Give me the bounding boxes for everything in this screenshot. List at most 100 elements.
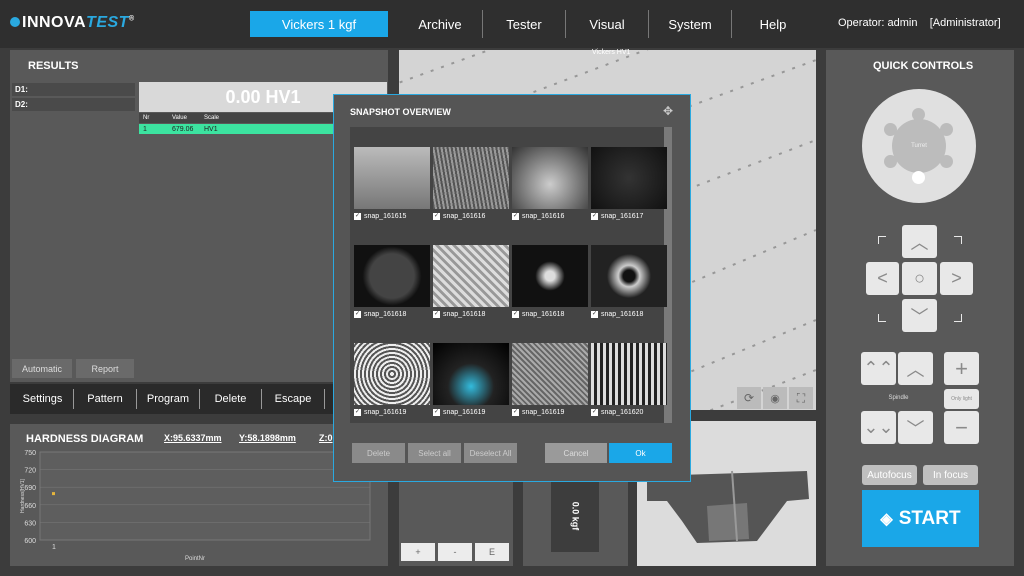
diagram-title: HARDNESS DIAGRAM (26, 433, 144, 445)
snapshot-thumbnail[interactable] (433, 343, 509, 405)
spindle-up-button[interactable]: ︿ (898, 352, 933, 385)
tab-tester[interactable]: Tester (484, 11, 564, 37)
zoom-in-button[interactable]: + (401, 543, 435, 561)
turret-position-2[interactable] (940, 123, 953, 136)
move-up-button[interactable]: ︿ (902, 225, 937, 258)
menu-settings[interactable]: Settings (12, 389, 74, 409)
fullscreen-icon[interactable]: ⛶ (789, 387, 813, 409)
operator-info: Operator: admin [Administrator] (838, 17, 1001, 29)
tab-method[interactable]: Vickers 1 kgf (250, 11, 388, 37)
turret-position-6[interactable] (884, 123, 897, 136)
ok-button[interactable]: Ok (609, 443, 672, 463)
select-all-button[interactable]: Select all (408, 443, 461, 463)
snapshot-caption: ✓ snap_161618 (591, 311, 644, 318)
results-title: RESULTS (28, 60, 79, 72)
snapshot-thumbnail[interactable] (591, 343, 667, 405)
checkbox[interactable]: ✓ (433, 213, 440, 220)
corner-mark (878, 236, 886, 244)
view-label: Vickers HV1 (592, 49, 631, 56)
snapshot-thumbnail[interactable] (433, 147, 509, 209)
snapshot-caption: ✓ snap_161618 (433, 311, 486, 318)
checkbox[interactable]: ✓ (591, 409, 598, 416)
spindle-label: Spindle (888, 395, 909, 401)
table-row[interactable]: 1 679.06 HV1 (139, 124, 335, 134)
plus-button[interactable]: + (944, 352, 979, 385)
report-button[interactable]: Report (76, 359, 134, 378)
corner-mark (878, 314, 886, 322)
snapshot-thumbnail[interactable] (512, 343, 588, 405)
automatic-button[interactable]: Automatic (12, 359, 72, 378)
snapshot-caption: ✓ snap_161616 (512, 213, 565, 220)
col-nr: Nr (143, 115, 150, 121)
cancel-button[interactable]: Cancel (545, 443, 607, 463)
turret-position-active[interactable] (912, 171, 925, 184)
menu-program[interactable]: Program (137, 389, 200, 409)
checkbox[interactable]: ✓ (512, 311, 519, 318)
snapshot-thumbnail[interactable] (591, 245, 667, 307)
checkbox[interactable]: ✓ (354, 311, 361, 318)
nav-divider (648, 10, 649, 38)
edit-button[interactable]: E (475, 543, 509, 561)
checkbox[interactable]: ✓ (354, 409, 361, 416)
move-icon[interactable]: ✥ (663, 104, 673, 118)
spindle-fast-up-button[interactable]: ⌃⌃ (861, 352, 896, 385)
checkbox[interactable]: ✓ (591, 213, 598, 220)
snapshot-thumbnail[interactable] (354, 343, 430, 405)
plot-area (39, 451, 371, 541)
load-value: 0.0 kgf (569, 501, 580, 531)
quick-controls-title: QUICK CONTROLS (873, 60, 974, 72)
y-tick-label: 630 (24, 520, 36, 527)
nav-divider (731, 10, 732, 38)
turret-position-5[interactable] (884, 155, 897, 168)
snapshot-caption: ✓ snap_161617 (591, 213, 644, 220)
snapshot-thumbnail[interactable] (354, 245, 430, 307)
data-point (52, 492, 55, 496)
snapshot-thumbnail[interactable] (591, 147, 667, 209)
snapshot-thumbnail[interactable] (512, 147, 588, 209)
spindle-fast-down-button[interactable]: ⌄⌄ (861, 411, 896, 444)
center-button[interactable]: ○ (902, 262, 937, 295)
turret-center[interactable]: Turret (892, 119, 946, 173)
snapshot-thumbnail[interactable] (512, 245, 588, 307)
y-tick-label: 720 (24, 468, 36, 475)
menu-pattern[interactable]: Pattern (74, 389, 137, 409)
move-down-button[interactable]: ﹀ (902, 299, 937, 332)
tab-help[interactable]: Help (733, 11, 813, 37)
checkbox[interactable]: ✓ (433, 311, 440, 318)
dialog-title: SNAPSHOT OVERVIEW (350, 107, 451, 117)
snapshot-thumbnail[interactable] (354, 147, 430, 209)
camera-icon[interactable]: ◉ (763, 387, 787, 409)
col-scale: Scale (204, 115, 220, 121)
in-focus-button[interactable]: In focus (923, 465, 978, 485)
move-left-button[interactable]: < (866, 262, 899, 295)
snapshot-thumbnail[interactable] (433, 245, 509, 307)
start-button[interactable]: ◈ START (862, 490, 979, 547)
spindle-down-button[interactable]: ﹀ (898, 411, 933, 444)
tab-visual[interactable]: Visual (567, 11, 647, 37)
checkbox[interactable]: ✓ (591, 311, 598, 318)
nav-divider (565, 10, 566, 38)
tab-archive[interactable]: Archive (400, 11, 480, 37)
only-light-button[interactable]: Only light (944, 389, 979, 409)
minus-button[interactable]: − (944, 411, 979, 444)
d2-label: D2: (12, 98, 135, 111)
menu-delete[interactable]: Delete (200, 389, 262, 409)
menu-escape[interactable]: Escape (262, 389, 325, 409)
delete-button[interactable]: Delete (352, 443, 405, 463)
checkbox[interactable]: ✓ (354, 213, 361, 220)
turret-position-3[interactable] (940, 155, 953, 168)
deselect-all-button[interactable]: Deselect All (464, 443, 517, 463)
turret-position-1[interactable] (912, 108, 925, 121)
y-tick-label: 660 (24, 503, 36, 510)
nav-divider (482, 10, 483, 38)
move-right-button[interactable]: > (940, 262, 973, 295)
autofocus-button[interactable]: Autofocus (862, 465, 917, 485)
checkbox[interactable]: ✓ (512, 213, 519, 220)
load-display: 0.0 kgf (551, 480, 599, 552)
zoom-out-button[interactable]: - (438, 543, 472, 561)
tab-system[interactable]: System (650, 11, 730, 37)
checkbox[interactable]: ✓ (433, 409, 440, 416)
refresh-icon[interactable]: ⟳ (737, 387, 761, 409)
checkbox[interactable]: ✓ (512, 409, 519, 416)
y-tick-label: 750 (24, 450, 36, 457)
